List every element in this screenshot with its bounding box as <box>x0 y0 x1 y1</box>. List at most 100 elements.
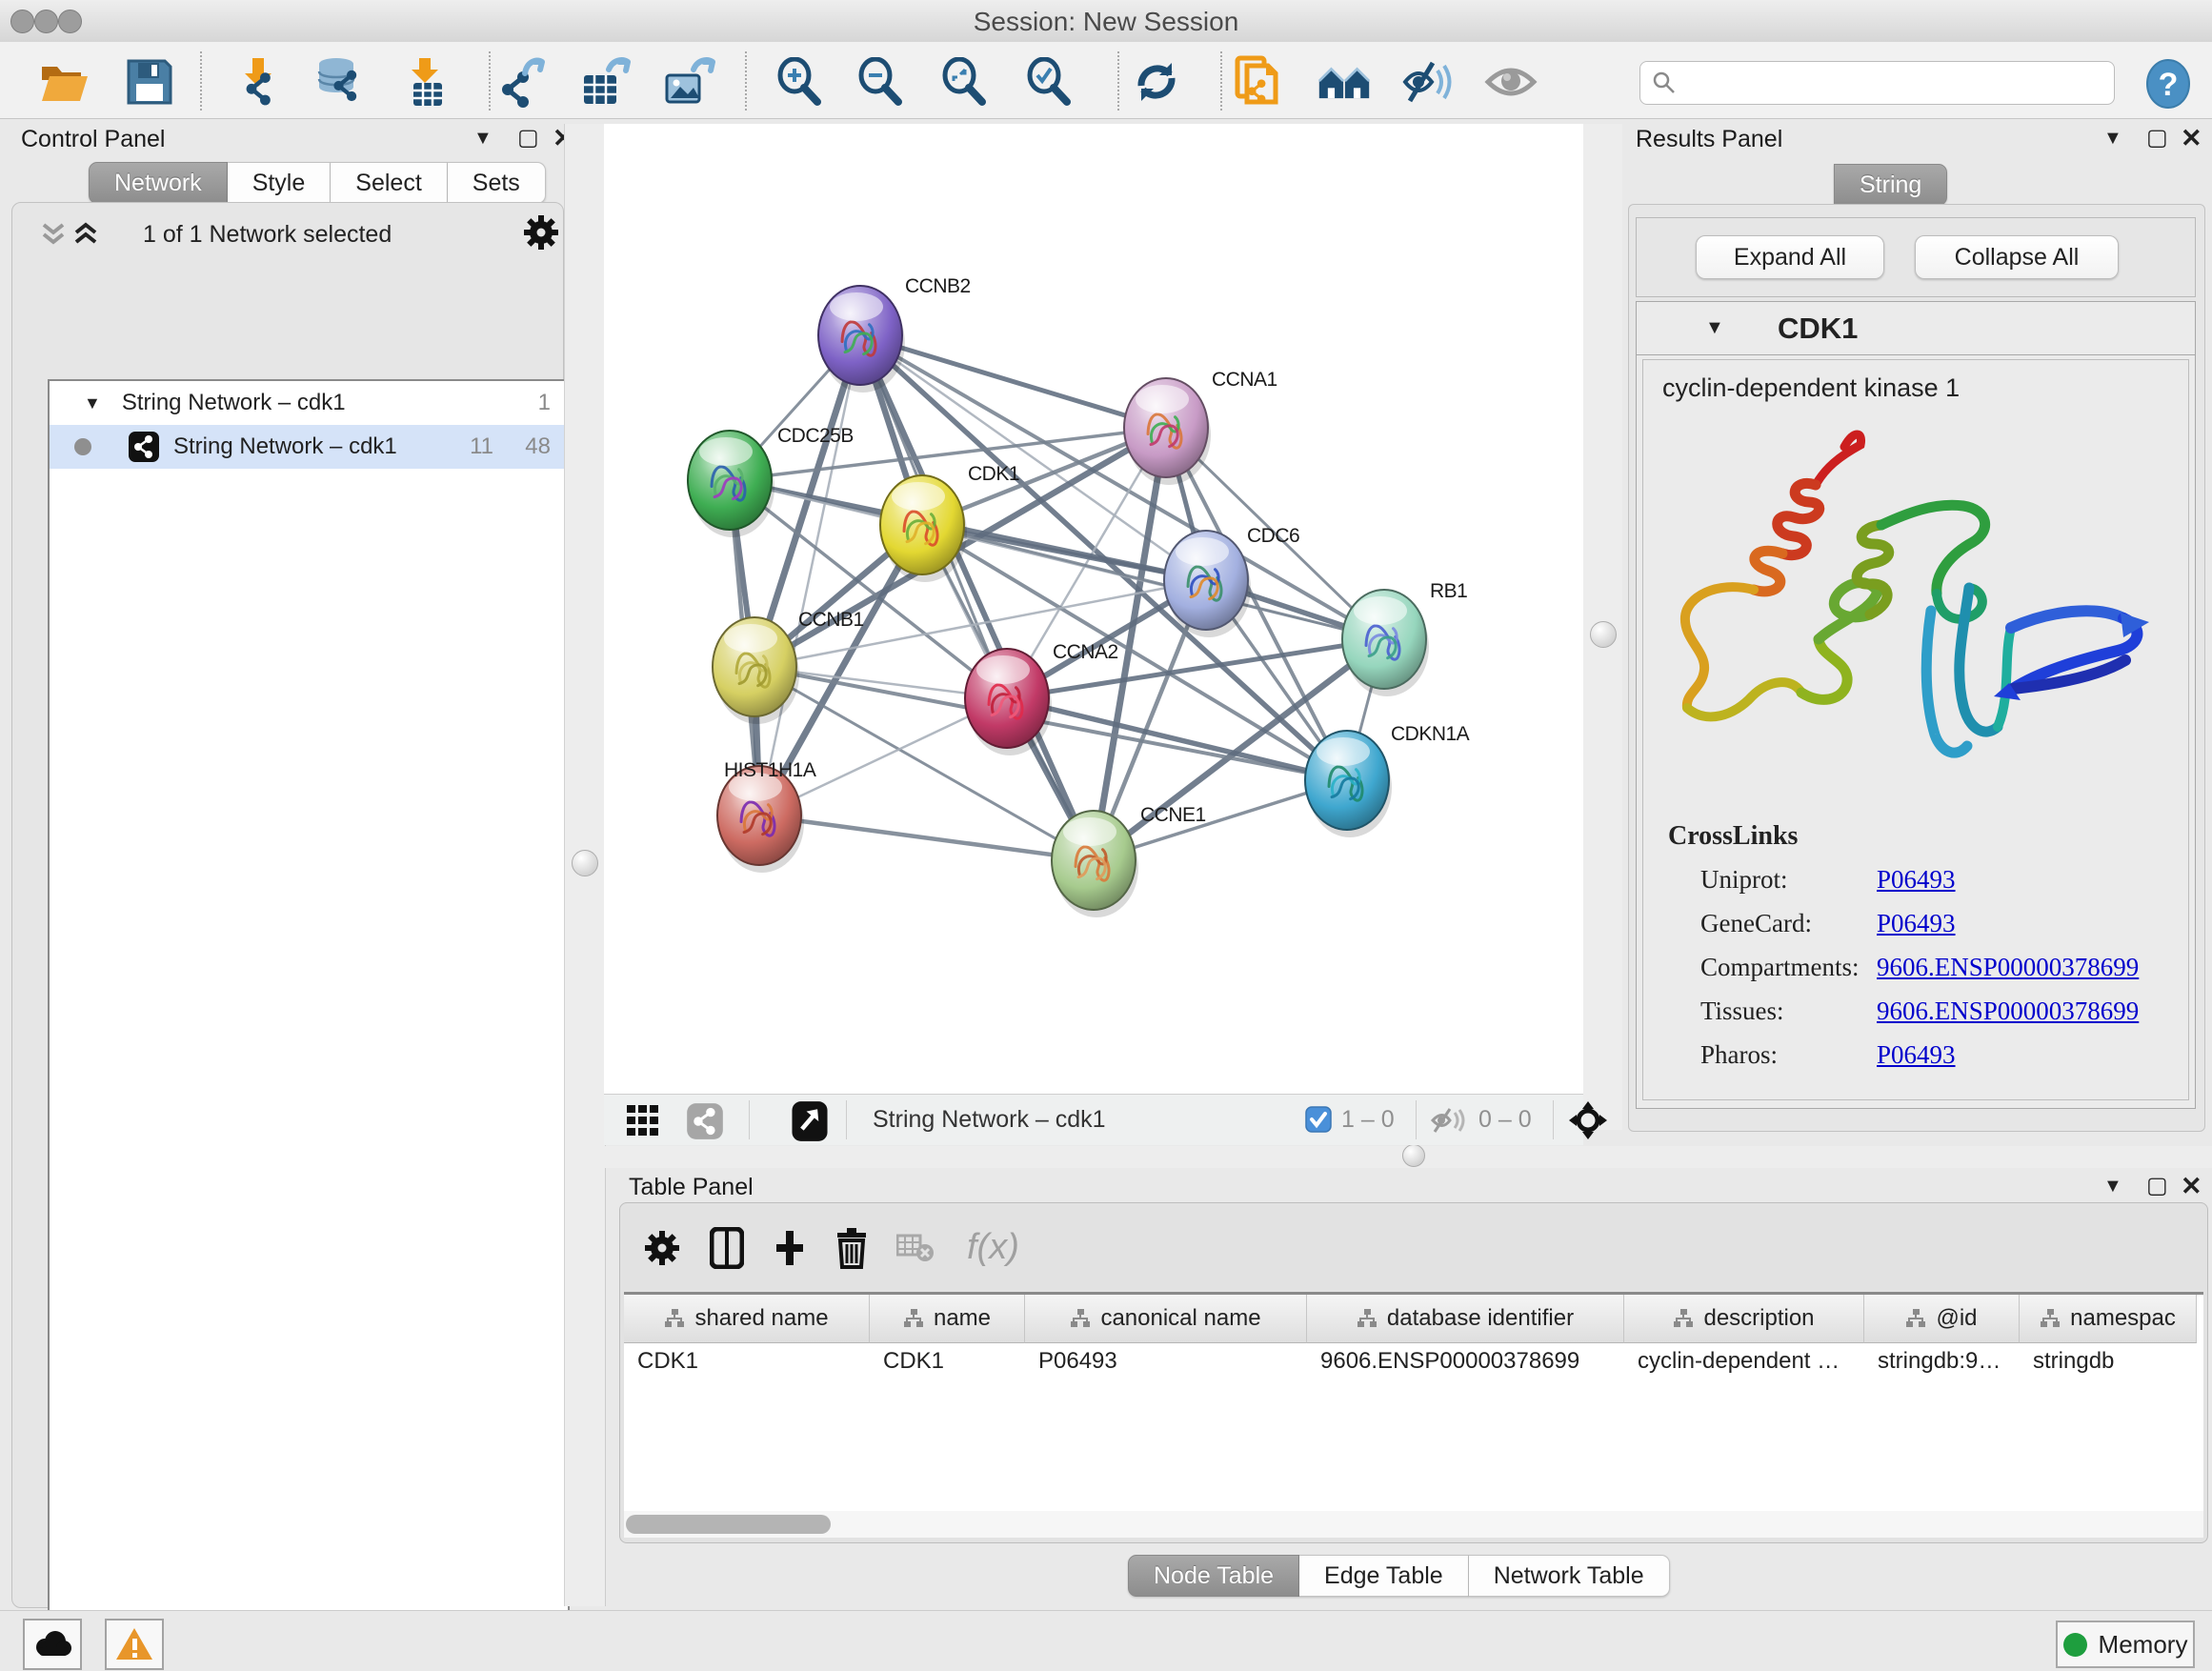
network-edge[interactable] <box>860 335 1094 860</box>
network-node-CCNE1[interactable]: CCNE1 <box>1052 804 1206 917</box>
tree-expander-icon[interactable]: ▼ <box>84 393 101 413</box>
network-node-CCNB2[interactable]: CCNB2 <box>818 275 971 393</box>
crosslink-label: Uniprot: <box>1643 865 1877 895</box>
collapse-all-button[interactable]: Collapse All <box>1915 235 2119 279</box>
network-node-RB1[interactable]: RB1 <box>1342 580 1467 696</box>
collapse-entry-icon[interactable]: ▼ <box>1705 317 1724 339</box>
warnings-button[interactable] <box>105 1619 164 1670</box>
gene-entry-header[interactable]: ▼ CDK1 <box>1636 301 2196 355</box>
column-header-description[interactable]: description <box>1624 1295 1864 1343</box>
table-cell[interactable]: cyclin-dependent … <box>1624 1342 1864 1380</box>
network-edge[interactable] <box>759 815 1094 860</box>
close-panel-icon[interactable]: ✕ <box>2181 124 2202 153</box>
tab-node-table[interactable]: Node Table <box>1128 1555 1299 1597</box>
network-node-CDC6[interactable]: CDC6 <box>1164 525 1299 637</box>
add-row-icon[interactable] <box>773 1227 807 1274</box>
horizontal-splitter-handle[interactable] <box>1402 1144 1425 1167</box>
grid-view-icon[interactable] <box>627 1105 659 1136</box>
import-network-database-icon[interactable] <box>312 55 365 109</box>
column-header-namespac[interactable]: namespac <box>2020 1295 2197 1343</box>
network-options-gear-icon[interactable] <box>522 213 560 252</box>
zoom-out-icon[interactable] <box>855 55 908 109</box>
import-table-icon[interactable] <box>398 55 452 109</box>
scrollbar-thumb[interactable] <box>626 1515 831 1534</box>
help-button[interactable]: ? <box>2143 59 2193 113</box>
crosslink-link[interactable]: 9606.ENSP00000378699 <box>1877 953 2139 981</box>
tab-style[interactable]: Style <box>228 162 332 204</box>
tab-edge-table[interactable]: Edge Table <box>1299 1555 1469 1597</box>
export-table-icon[interactable] <box>580 55 633 109</box>
birdseye-arrow-icon[interactable] <box>791 1100 829 1142</box>
refresh-view-icon[interactable] <box>1130 55 1183 109</box>
network-row-selected[interactable]: String Network – cdk1 11 48 <box>50 425 568 469</box>
export-image-icon[interactable] <box>663 55 716 109</box>
pan-crosshair-icon[interactable] <box>1568 1100 1608 1140</box>
network-share-icon[interactable] <box>686 1102 724 1140</box>
expand-all-chevron-icon[interactable] <box>69 219 103 252</box>
expand-all-button[interactable]: Expand All <box>1696 235 1884 279</box>
float-panel-icon[interactable]: ▢ <box>517 124 539 151</box>
tab-string[interactable]: String <box>1834 164 1947 206</box>
genemania-icon[interactable] <box>1317 55 1371 109</box>
zoom-selected-icon[interactable] <box>1023 55 1076 109</box>
cloud-button[interactable] <box>23 1619 82 1670</box>
column-header-@id[interactable]: @id <box>1864 1295 2020 1343</box>
search-input[interactable] <box>1677 69 2081 97</box>
column-header-shared-name[interactable]: shared name <box>624 1295 870 1343</box>
table-cell[interactable]: CDK1 <box>870 1342 1025 1380</box>
tab-select[interactable]: Select <box>331 162 447 204</box>
string-app-icon[interactable] <box>1233 55 1286 109</box>
float-panel-icon[interactable]: ▢ <box>2146 124 2168 151</box>
zoom-fit-icon[interactable] <box>938 55 992 109</box>
panel-menu-icon[interactable]: ▼ <box>2103 128 2122 150</box>
tab-network[interactable]: Network <box>89 162 228 204</box>
import-network-file-icon[interactable] <box>231 55 285 109</box>
close-panel-icon[interactable]: ✕ <box>2181 1172 2202 1201</box>
save-session-icon[interactable] <box>123 55 176 109</box>
network-node-CDKN1A[interactable]: CDKN1A <box>1305 723 1470 837</box>
table-gear-icon[interactable] <box>643 1229 681 1272</box>
table-cell[interactable]: stringdb:9… <box>1864 1342 2020 1380</box>
network-node-CCNA1[interactable]: CCNA1 <box>1124 369 1277 485</box>
open-session-icon[interactable] <box>38 55 91 109</box>
network-collection-row[interactable]: ▼ String Network – cdk1 1 <box>50 381 568 425</box>
selected-checkbox-icon[interactable] <box>1305 1106 1332 1133</box>
table-cell[interactable]: stringdb <box>2020 1342 2197 1380</box>
table-cell[interactable]: 9606.ENSP00000378699 <box>1307 1342 1624 1380</box>
network-edge[interactable] <box>759 335 860 815</box>
network-canvas[interactable]: CCNB2CCNA1CDC25BCDK1CDC6RB1CCNB1CCNA2CDK… <box>604 124 1583 1094</box>
show-eye-icon[interactable] <box>1484 55 1538 109</box>
table-horizontal-scrollbar[interactable] <box>624 1511 2203 1538</box>
panel-menu-icon[interactable]: ▼ <box>2103 1176 2122 1198</box>
column-header-name[interactable]: name <box>870 1295 1025 1343</box>
network-node-HIST1H1A[interactable]: HIST1H1A <box>717 759 816 873</box>
panel-menu-icon[interactable]: ▼ <box>473 128 493 150</box>
export-network-icon[interactable] <box>498 55 552 109</box>
crosslink-link[interactable]: 9606.ENSP00000378699 <box>1877 997 2139 1025</box>
right-splitter[interactable] <box>1583 124 1622 1130</box>
crosslink-link[interactable]: P06493 <box>1877 865 1956 894</box>
right-splitter-handle[interactable] <box>1590 621 1617 648</box>
float-panel-icon[interactable]: ▢ <box>2146 1172 2168 1199</box>
left-splitter[interactable] <box>564 124 606 1606</box>
table-cell[interactable]: P06493 <box>1025 1342 1307 1380</box>
hide-glass-icon[interactable] <box>1401 55 1455 109</box>
zoom-in-icon[interactable] <box>774 55 827 109</box>
collapse-all-chevron-icon[interactable] <box>36 219 70 252</box>
memory-button[interactable]: Memory <box>2056 1621 2195 1668</box>
column-header-canonical-name[interactable]: canonical name <box>1025 1295 1307 1343</box>
search-field[interactable] <box>1639 61 2115 105</box>
hidden-eye-slash-icon[interactable] <box>1429 1107 1467 1134</box>
network-edge[interactable] <box>860 335 1166 428</box>
table-cell[interactable]: CDK1 <box>624 1342 870 1380</box>
tab-network-table[interactable]: Network Table <box>1469 1555 1670 1597</box>
crosslink-link[interactable]: P06493 <box>1877 1040 1956 1069</box>
toolbar-separator <box>200 51 202 111</box>
horizontal-splitter[interactable] <box>604 1146 2212 1168</box>
column-header-database-identifier[interactable]: database identifier <box>1307 1295 1624 1343</box>
trash-icon[interactable] <box>835 1227 868 1274</box>
columns-icon[interactable] <box>710 1227 744 1274</box>
left-splitter-handle[interactable] <box>572 850 598 876</box>
crosslink-link[interactable]: P06493 <box>1877 909 1956 937</box>
tab-sets[interactable]: Sets <box>448 162 546 204</box>
